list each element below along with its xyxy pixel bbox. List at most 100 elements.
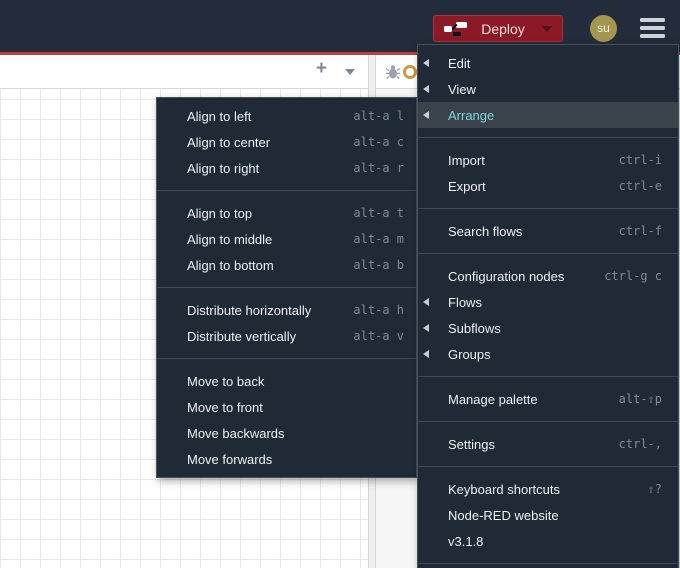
menu-item-arrange[interactable]: Arrange (418, 102, 678, 128)
menu-item-shortcut: ctrl-f (618, 224, 662, 238)
hamburger-bar (640, 18, 665, 22)
menu-item-shortcut: alt-a m (353, 232, 404, 246)
menu-separator (418, 253, 678, 254)
menu-item-align-to-bottom[interactable]: Align to bottom alt-a b (157, 252, 416, 278)
menu-separator (418, 376, 678, 377)
menu-separator (418, 563, 678, 564)
menu-item-label: Import (448, 152, 485, 168)
menu-item-subflows[interactable]: Subflows (418, 315, 678, 341)
menu-item-label: Keyboard shortcuts (448, 481, 561, 497)
menu-item-move-to-back[interactable]: Move to back (157, 368, 416, 394)
menu-separator (418, 466, 678, 467)
menu-item-label: Groups (448, 346, 491, 362)
menu-item-node-red-website[interactable]: Node-RED website (418, 502, 678, 528)
menu-item-label: Align to middle (187, 231, 273, 247)
menu-item-shortcut: alt-a h (353, 303, 404, 317)
menu-item-label: Distribute horizontally (187, 302, 312, 318)
submenu-caret-left-icon (423, 324, 429, 332)
deploy-options-caret-icon[interactable] (542, 25, 552, 32)
menu-item-label: Configuration nodes (448, 268, 565, 284)
menu-item-align-to-right[interactable]: Align to right alt-a r (157, 155, 416, 181)
flow-list-dropdown-icon[interactable] (345, 69, 355, 75)
menu-item-label: Align to bottom (187, 257, 274, 273)
menu-item-label: Node-RED website (448, 507, 559, 523)
menu-item-shortcut: alt-a c (353, 135, 404, 149)
menu-item-label: Move to back (187, 373, 265, 389)
workspace-tab-bar: + (0, 55, 368, 89)
add-flow-button[interactable]: + (316, 58, 327, 80)
menu-item-align-to-center[interactable]: Align to center alt-a c (157, 129, 416, 155)
hamburger-bar (640, 34, 665, 38)
menu-separator (418, 421, 678, 422)
menu-item-distribute-horizontally[interactable]: Distribute horizontally alt-a h (157, 297, 416, 323)
menu-item-label: Align to left (187, 108, 252, 124)
menu-item-configuration-nodes[interactable]: Configuration nodes ctrl-g c (418, 263, 678, 289)
submenu-caret-left-icon (423, 298, 429, 306)
deploy-label: Deploy (481, 20, 525, 37)
menu-item-shortcut: ctrl-, (618, 437, 662, 451)
menu-separator (157, 287, 416, 288)
menu-item-shortcut: ctrl-g c (604, 269, 662, 283)
menu-item-label: Distribute vertically (187, 328, 297, 344)
debug-bug-icon[interactable] (385, 64, 401, 85)
menu-item-label: Settings (448, 436, 495, 452)
menu-item-search-flows[interactable]: Search flows ctrl-f (418, 218, 678, 244)
main-menu-button[interactable] (640, 18, 665, 42)
menu-item-move-backwards[interactable]: Move backwards (157, 420, 416, 446)
deploy-button[interactable]: Deploy (433, 15, 563, 42)
menu-item-flows[interactable]: Flows (418, 289, 678, 315)
menu-item-shortcut: alt-⇧p (618, 392, 662, 406)
hamburger-bar (640, 26, 665, 30)
menu-item-align-to-left[interactable]: Align to left alt-a l (157, 103, 416, 129)
menu-separator (157, 358, 416, 359)
menu-item-edit[interactable]: Edit (418, 50, 678, 76)
menu-item-label: Move forwards (187, 451, 273, 467)
submenu-caret-left-icon (423, 85, 429, 93)
menu-item-export[interactable]: Export ctrl-e (418, 173, 678, 199)
menu-separator (157, 190, 416, 191)
menu-item-import[interactable]: Import ctrl-i (418, 147, 678, 173)
deploy-icon (444, 21, 468, 37)
arrange-submenu: Align to left alt-a l Align to center alt-a… (156, 97, 417, 478)
menu-item-move-to-front[interactable]: Move to front (157, 394, 416, 420)
menu-item-move-forwards[interactable]: Move forwards (157, 446, 416, 472)
menu-item-label: Subflows (448, 320, 501, 336)
submenu-caret-left-icon (423, 350, 429, 358)
menu-item-manage-palette[interactable]: Manage palette alt-⇧p (418, 386, 678, 412)
menu-separator (418, 137, 678, 138)
menu-item-label: Align to top (187, 205, 253, 221)
menu-item-align-to-top[interactable]: Align to top alt-a t (157, 200, 416, 226)
menu-item-label: Export (448, 178, 486, 194)
menu-item-align-to-middle[interactable]: Align to middle alt-a m (157, 226, 416, 252)
menu-item-distribute-vertically[interactable]: Distribute vertically alt-a v (157, 323, 416, 349)
menu-item-settings[interactable]: Settings ctrl-, (418, 431, 678, 457)
menu-item-label: View (448, 81, 476, 97)
menu-item-label: Move backwards (187, 425, 285, 441)
menu-item-label: Flows (448, 294, 482, 310)
menu-item-label: v3.1.8 (448, 533, 484, 549)
node-status-orange-icon[interactable] (403, 65, 417, 79)
submenu-caret-left-icon (423, 111, 429, 119)
submenu-caret-left-icon (423, 59, 429, 67)
menu-item-shortcut: alt-a t (353, 206, 404, 220)
menu-item-shortcut: ctrl-i (618, 153, 662, 167)
menu-item-shortcut: alt-a b (353, 258, 404, 272)
menu-item-shortcut: alt-a v (353, 329, 404, 343)
menu-item-shortcut: alt-a r (353, 161, 404, 175)
menu-item-view[interactable]: View (418, 76, 678, 102)
menu-item-shortcut: alt-a l (353, 109, 404, 123)
menu-item-shortcut: ⇧? (647, 482, 662, 496)
main-menu-dropdown: Edit View Arrange Import ctrl-i Export ctrl-e S… (417, 44, 679, 568)
menu-item-keyboard-shortcuts[interactable]: Keyboard shortcuts ⇧? (418, 476, 678, 502)
menu-item-label: Align to center (187, 134, 271, 150)
menu-item-label: Edit (448, 55, 471, 71)
menu-item-shortcut: ctrl-e (618, 179, 662, 193)
menu-item-groups[interactable]: Groups (418, 341, 678, 367)
menu-item-v3-1-8[interactable]: v3.1.8 (418, 528, 678, 554)
menu-item-label: Search flows (448, 223, 523, 239)
user-avatar[interactable]: su (590, 15, 617, 42)
menu-item-label: Align to right (187, 160, 260, 176)
menu-separator (418, 208, 678, 209)
node-red-editor: + Deploy su Edit View Arrange Import ctr… (0, 0, 680, 568)
menu-item-label: Move to front (187, 399, 263, 415)
